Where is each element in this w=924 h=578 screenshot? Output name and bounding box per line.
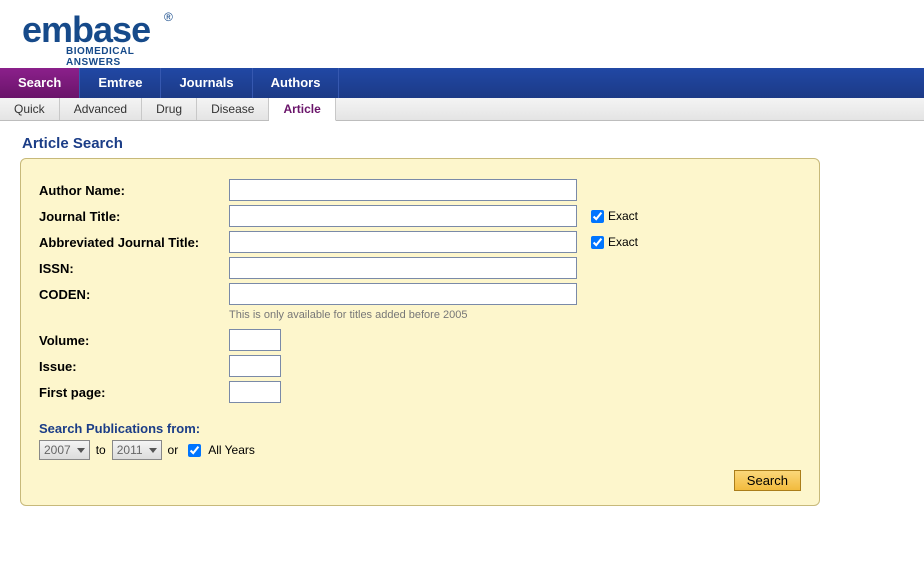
sub-nav: Quick Advanced Drug Disease Article	[0, 98, 924, 121]
chevron-down-icon	[149, 448, 157, 453]
subnav-drug[interactable]: Drug	[142, 98, 197, 120]
subnav-label: Drug	[156, 102, 182, 116]
label-issn: ISSN:	[39, 261, 229, 276]
article-search-form: Author Name: Journal Title: Exact Abbrev…	[20, 158, 820, 506]
or-label: or	[168, 443, 179, 457]
nav-tab-journals[interactable]: Journals	[161, 68, 252, 98]
all-years-wrap[interactable]: All Years	[184, 441, 255, 460]
subnav-label: Disease	[211, 102, 254, 116]
journal-title-input[interactable]	[229, 205, 577, 227]
subnav-label: Advanced	[74, 102, 127, 116]
publications-from-title: Search Publications from:	[39, 421, 801, 436]
coden-input[interactable]	[229, 283, 577, 305]
row-coden: CODEN:	[39, 283, 801, 305]
abbrev-title-input[interactable]	[229, 231, 577, 253]
page-title: Article Search	[22, 135, 904, 152]
issue-input[interactable]	[229, 355, 281, 377]
to-label: to	[96, 443, 106, 457]
label-abbrev: Abbreviated Journal Title:	[39, 235, 229, 250]
brand-tagline: BIOMEDICAL ANSWERS	[66, 46, 182, 68]
subnav-article[interactable]: Article	[269, 98, 335, 121]
label-volume: Volume:	[39, 333, 229, 348]
nav-tab-label: Authors	[271, 75, 321, 90]
row-issn: ISSN:	[39, 257, 801, 279]
row-abbrev: Abbreviated Journal Title: Exact	[39, 231, 801, 253]
main-nav: Search Emtree Journals Authors	[0, 68, 924, 98]
search-button[interactable]: Search	[734, 470, 801, 491]
coden-hint: This is only available for titles added …	[229, 309, 801, 321]
year-to-select[interactable]: 2011	[112, 440, 162, 460]
row-firstpage: First page:	[39, 381, 801, 403]
brand-name: embase	[22, 9, 150, 50]
abbrev-exact-label: Exact	[608, 235, 638, 249]
abbrev-exact-wrap[interactable]: Exact	[587, 233, 638, 252]
label-journal: Journal Title:	[39, 209, 229, 224]
nav-tab-label: Emtree	[98, 75, 142, 90]
row-author: Author Name:	[39, 179, 801, 201]
row-issue: Issue:	[39, 355, 801, 377]
abbrev-exact-checkbox[interactable]	[591, 236, 604, 249]
nav-tab-label: Journals	[179, 75, 233, 90]
subnav-disease[interactable]: Disease	[197, 98, 269, 120]
brand-logo: embase ® BIOMEDICAL ANSWERS	[22, 12, 182, 60]
logo-area: embase ® BIOMEDICAL ANSWERS	[0, 0, 924, 68]
search-button-label: Search	[747, 473, 788, 488]
year-range-row: 2007 to 2011 or All Years	[39, 440, 801, 460]
page-body: Article Search Author Name: Journal Titl…	[0, 121, 924, 526]
author-input[interactable]	[229, 179, 577, 201]
year-from-value: 2007	[44, 443, 71, 457]
label-firstpage: First page:	[39, 385, 229, 400]
journal-exact-checkbox[interactable]	[591, 210, 604, 223]
firstpage-input[interactable]	[229, 381, 281, 403]
issn-input[interactable]	[229, 257, 577, 279]
row-volume: Volume:	[39, 329, 801, 351]
chevron-down-icon	[77, 448, 85, 453]
row-journal: Journal Title: Exact	[39, 205, 801, 227]
label-coden: CODEN:	[39, 287, 229, 302]
label-author: Author Name:	[39, 183, 229, 198]
subnav-advanced[interactable]: Advanced	[60, 98, 142, 120]
volume-input[interactable]	[229, 329, 281, 351]
subnav-label: Quick	[14, 102, 45, 116]
nav-tab-emtree[interactable]: Emtree	[80, 68, 161, 98]
year-to-value: 2011	[117, 443, 143, 457]
nav-tab-search[interactable]: Search	[0, 68, 80, 98]
journal-exact-label: Exact	[608, 209, 638, 223]
button-row: Search	[39, 470, 801, 491]
all-years-label: All Years	[208, 443, 255, 457]
year-from-select[interactable]: 2007	[39, 440, 90, 460]
subnav-quick[interactable]: Quick	[0, 98, 60, 120]
nav-tab-authors[interactable]: Authors	[253, 68, 340, 98]
label-issue: Issue:	[39, 359, 229, 374]
all-years-checkbox[interactable]	[188, 444, 201, 457]
subnav-label: Article	[283, 102, 320, 116]
journal-exact-wrap[interactable]: Exact	[587, 207, 638, 226]
registered-mark: ®	[164, 10, 173, 24]
nav-tab-label: Search	[18, 75, 61, 90]
